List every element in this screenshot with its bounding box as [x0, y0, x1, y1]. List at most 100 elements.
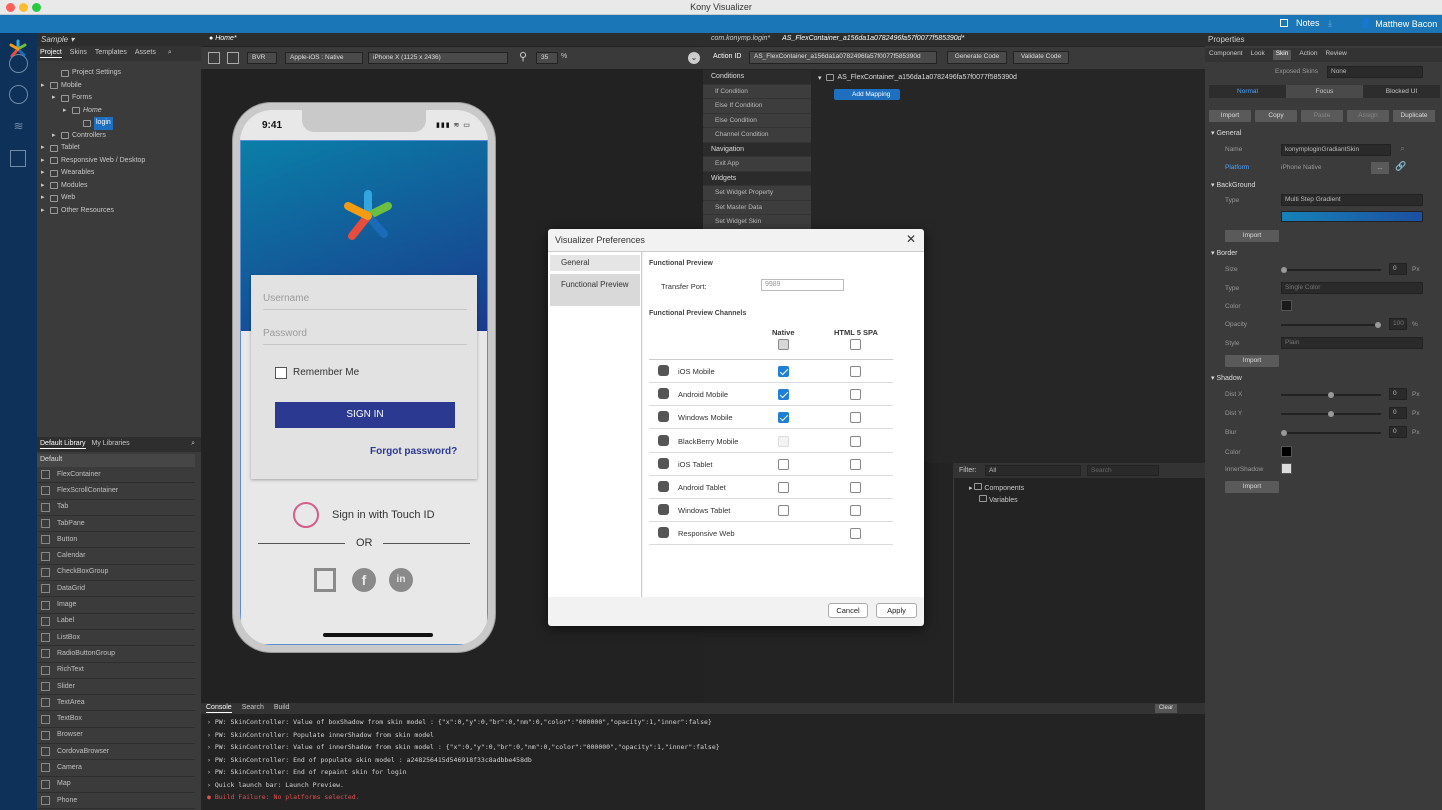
chevron-down-icon[interactable]: ⌄ — [688, 52, 700, 64]
opacity-slider[interactable] — [1281, 322, 1381, 328]
add-mapping-button[interactable]: Add Mapping — [834, 89, 900, 100]
settings-icon[interactable] — [9, 54, 28, 73]
tree-item[interactable]: ▸ Modules — [41, 180, 201, 193]
dist-y-input[interactable]: 0 — [1389, 407, 1407, 419]
validate-code-button[interactable]: Validate Code — [1013, 51, 1069, 64]
filter-search[interactable]: Search — [1087, 465, 1159, 476]
tab-review[interactable]: Review — [1325, 50, 1346, 60]
copy-button[interactable]: Copy — [1255, 110, 1297, 122]
zoom-input[interactable]: 35 — [536, 52, 558, 64]
canvas-tab[interactable]: ● Home* — [201, 33, 703, 46]
wave-icon[interactable]: ≋ — [9, 119, 28, 138]
widget-item[interactable]: Image — [37, 597, 195, 614]
html5-checkbox[interactable] — [850, 366, 861, 377]
action-item[interactable]: Set Widget Property — [703, 186, 811, 201]
skin-name-input[interactable]: konymploginGradiantSkin — [1281, 144, 1391, 156]
tab-assets[interactable]: Assets — [135, 49, 156, 58]
widget-item[interactable]: Slider — [37, 679, 195, 696]
notes-button[interactable]: Notes — [1280, 18, 1320, 28]
native-checkbox[interactable] — [778, 389, 789, 401]
html5-checkbox[interactable] — [850, 482, 861, 493]
document-icon[interactable] — [10, 150, 26, 167]
dist-y-slider[interactable] — [1281, 411, 1381, 417]
widget-item[interactable]: CheckBoxGroup — [37, 565, 195, 582]
close-icon[interactable]: ✕ — [906, 232, 916, 246]
cancel-button[interactable]: Cancel — [828, 603, 868, 618]
widget-item[interactable]: Label — [37, 614, 195, 630]
shadow-color-swatch[interactable] — [1281, 446, 1292, 457]
widget-item[interactable]: TextArea — [37, 695, 195, 712]
widget-item[interactable]: TextBox — [37, 711, 195, 728]
widget-item[interactable]: RadioButtonGroup — [37, 646, 195, 663]
tab-my-libraries[interactable]: My Libraries — [92, 440, 130, 449]
transfer-port-input[interactable]: 9989 — [761, 279, 844, 291]
widget-item[interactable]: RichText — [37, 663, 195, 679]
tab-templates[interactable]: Templates — [95, 49, 127, 58]
html5-checkbox[interactable] — [850, 505, 861, 517]
device-select[interactable]: iPhone X (1125 x 2436) — [368, 52, 508, 64]
html5-checkbox[interactable] — [850, 412, 861, 424]
html5-all-checkbox[interactable] — [850, 339, 861, 350]
native-checkbox[interactable] — [778, 482, 789, 493]
platform-more-button[interactable]: ... — [1371, 162, 1389, 174]
clear-button[interactable]: Clear — [1155, 704, 1177, 713]
bvr-button[interactable]: BVR — [247, 52, 277, 64]
nav-functional-preview[interactable]: Functional Preview — [550, 274, 640, 306]
tree-item[interactable]: ▸ Forms — [41, 92, 201, 105]
border-import-button[interactable]: Import — [1225, 355, 1279, 367]
widget-item[interactable]: TabPane — [37, 516, 195, 533]
widget-item[interactable]: Camera — [37, 760, 195, 777]
dist-x-slider[interactable] — [1281, 392, 1381, 398]
widget-item[interactable]: Calendar — [37, 548, 195, 565]
tab-action[interactable]: AS_FlexContainer_a156da1a0782496fa57f007… — [782, 35, 964, 44]
preview-icon[interactable] — [227, 52, 239, 64]
tab-console[interactable]: Console — [206, 704, 232, 713]
facebook-icon[interactable]: f — [352, 568, 376, 592]
linkedin-icon[interactable]: in — [389, 568, 413, 592]
password-field[interactable]: Password — [263, 328, 467, 345]
duplicate-button[interactable]: Duplicate — [1393, 110, 1435, 122]
general-section[interactable]: ▾ General — [1211, 129, 1241, 137]
widget-item[interactable]: Phone — [37, 793, 195, 810]
widget-item[interactable]: Map — [37, 777, 195, 793]
tree-item[interactable]: ▸ Other Resources — [41, 205, 201, 218]
html5-checkbox[interactable] — [850, 389, 861, 401]
widget-item[interactable]: ListBox — [37, 630, 195, 647]
shadow-import-button[interactable]: Import — [1225, 481, 1279, 493]
tab-action[interactable]: Action — [1299, 50, 1317, 60]
search-icon[interactable]: ⌕ — [168, 49, 172, 58]
state-normal[interactable]: Normal — [1209, 85, 1286, 98]
html5-checkbox[interactable] — [850, 435, 861, 447]
download-icon[interactable]: ⤓ — [1328, 18, 1337, 28]
tree-item[interactable]: ▸ Home — [41, 105, 201, 118]
tree-item[interactable]: login — [41, 117, 201, 130]
tab-look[interactable]: Look — [1251, 50, 1265, 60]
native-checkbox[interactable] — [778, 505, 789, 517]
tab-skins[interactable]: Skins — [70, 49, 87, 58]
state-blocked[interactable]: Blocked UI — [1363, 85, 1440, 98]
widget-item[interactable]: Browser — [37, 728, 195, 745]
bg-import-button[interactable]: Import — [1225, 230, 1279, 242]
widget-item[interactable]: FlexContainer — [37, 467, 195, 484]
action-item[interactable]: Set Widget Skin — [703, 215, 811, 230]
action-category[interactable]: Widgets — [703, 171, 811, 186]
forgot-password-link[interactable]: Forgot password? — [370, 446, 457, 457]
paste-button[interactable]: Paste — [1301, 110, 1343, 122]
gradient-swatch[interactable] — [1281, 211, 1423, 222]
action-node[interactable]: ▾ AS_FlexContainer_a156da1a0782496fa57f00… — [818, 74, 1017, 82]
project-name[interactable]: Sample ▾ — [37, 33, 201, 46]
widget-item[interactable]: DataGrid — [37, 581, 195, 598]
widget-item[interactable]: FlexScrollContainer — [37, 483, 195, 500]
tab-component[interactable]: Component — [1209, 50, 1243, 60]
html5-checkbox[interactable] — [850, 528, 861, 540]
office-icon[interactable] — [314, 568, 336, 592]
native-checkbox[interactable] — [778, 435, 789, 447]
play-icon[interactable] — [9, 85, 28, 104]
tab-module[interactable]: com.konymp.login* — [711, 35, 770, 44]
blur-input[interactable]: 0 — [1389, 426, 1407, 438]
border-section[interactable]: ▾ Border — [1211, 249, 1237, 257]
username-field[interactable]: Username — [263, 293, 467, 310]
action-item[interactable]: If Condition — [703, 85, 811, 99]
background-section[interactable]: ▾ BackGround — [1211, 181, 1255, 189]
user-menu[interactable]: 👤 Matthew Bacon — [1360, 18, 1437, 29]
